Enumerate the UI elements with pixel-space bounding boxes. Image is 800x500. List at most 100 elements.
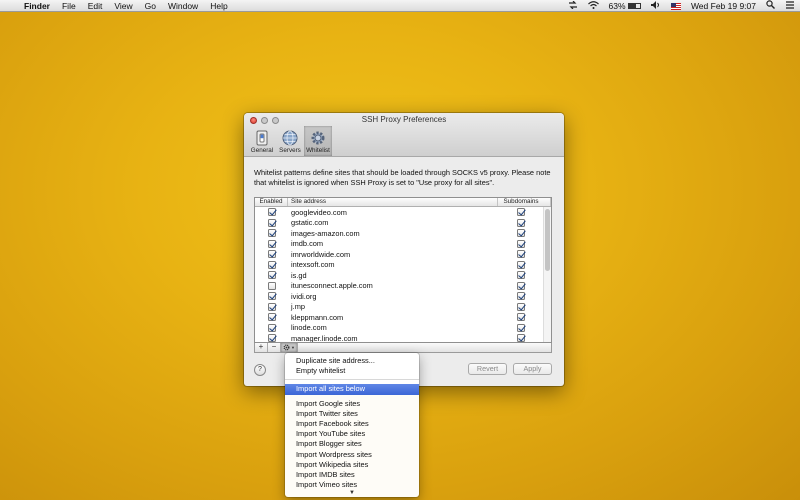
menu-item-import-youtube-sites[interactable]: Import YouTube sites (285, 429, 419, 439)
subdomains-checkbox[interactable] (517, 281, 525, 290)
subdomains-checkbox[interactable] (517, 302, 525, 311)
menu-item-duplicate-site-address[interactable]: Duplicate site address... (285, 356, 419, 366)
enabled-checkbox[interactable] (267, 250, 276, 259)
menu-item-import-vimeo-sites[interactable]: Import Vimeo sites (285, 480, 419, 490)
subdomains-checkbox[interactable] (517, 218, 525, 227)
subdomains-cell (498, 281, 544, 290)
tab-servers[interactable]: Servers (276, 126, 304, 156)
site-address-cell[interactable]: imdb.com (288, 239, 498, 248)
table-row[interactable]: gstatic.com (255, 218, 551, 229)
subdomains-checkbox[interactable] (517, 208, 525, 217)
enabled-checkbox[interactable] (267, 313, 276, 322)
table-row[interactable]: imdb.com (255, 239, 551, 250)
menubar-status-area: 63% Wed Feb 19 9:07 (563, 0, 800, 12)
enabled-cell (255, 208, 288, 217)
table-row[interactable]: kleppmann.com (255, 312, 551, 323)
ssh-proxy-status-icon[interactable] (563, 0, 583, 12)
menu-item-import-imdb-sites[interactable]: Import IMDB sites (285, 470, 419, 480)
enabled-checkbox[interactable] (267, 323, 276, 332)
menu-item-import-facebook-sites[interactable]: Import Facebook sites (285, 419, 419, 429)
enabled-checkbox[interactable] (267, 292, 276, 301)
subdomains-checkbox[interactable] (517, 260, 525, 269)
window-titlebar[interactable]: SSH Proxy Preferences General Servers Wh… (244, 113, 564, 157)
enabled-checkbox[interactable] (267, 271, 276, 280)
enabled-checkbox[interactable] (267, 208, 276, 217)
site-address-cell[interactable]: itunesconnect.apple.com (288, 281, 498, 290)
scrollbar-thumb[interactable] (545, 209, 550, 271)
table-row[interactable]: itunesconnect.apple.com (255, 281, 551, 292)
column-header-site-address[interactable]: Site address (288, 198, 498, 206)
remove-site-button[interactable]: − (268, 343, 281, 352)
tab-general[interactable]: General (248, 126, 276, 156)
enabled-cell (255, 229, 288, 238)
help-button[interactable]: ? (254, 364, 266, 376)
subdomains-checkbox[interactable] (517, 239, 525, 248)
menubar-file[interactable]: File (56, 0, 82, 12)
menubar-window[interactable]: Window (162, 0, 204, 12)
site-address-cell[interactable]: kleppmann.com (288, 313, 498, 322)
menubar-view[interactable]: View (108, 0, 138, 12)
menubar-app-name[interactable]: Finder (18, 0, 56, 12)
table-row[interactable]: linode.com (255, 323, 551, 334)
subdomains-checkbox[interactable] (517, 229, 525, 238)
battery-indicator[interactable]: 63% (604, 0, 646, 12)
menubar-clock[interactable]: Wed Feb 19 9:07 (686, 0, 761, 12)
wifi-icon[interactable] (583, 0, 604, 12)
enabled-checkbox[interactable] (267, 281, 276, 290)
menu-item-import-wordpress-sites[interactable]: Import Wordpress sites (285, 450, 419, 460)
table-row[interactable]: manager.linode.com (255, 333, 551, 342)
subdomains-cell (498, 229, 544, 238)
site-address-cell[interactable]: ividi.org (288, 292, 498, 301)
site-address-cell[interactable]: linode.com (288, 323, 498, 332)
site-address-cell[interactable]: manager.linode.com (288, 334, 498, 342)
subdomains-checkbox[interactable] (517, 271, 525, 280)
site-address-cell[interactable]: images-amazon.com (288, 229, 498, 238)
menu-scroll-down-arrow[interactable]: ▼ (285, 490, 419, 496)
add-site-button[interactable]: + (255, 343, 268, 352)
column-header-enabled[interactable]: Enabled (255, 198, 288, 206)
input-source-flag-icon[interactable] (666, 0, 686, 12)
apply-button[interactable]: Apply (513, 363, 552, 375)
site-address-cell[interactable]: imrworldwide.com (288, 250, 498, 259)
action-menu-button[interactable]: ▼ (281, 343, 298, 352)
site-address-cell[interactable]: j.mp (288, 302, 498, 311)
subdomains-cell (498, 218, 544, 227)
table-row[interactable]: imrworldwide.com (255, 249, 551, 260)
site-address-cell[interactable]: gstatic.com (288, 218, 498, 227)
table-row[interactable]: intexsoft.com (255, 260, 551, 271)
table-row[interactable]: is.gd (255, 270, 551, 281)
enabled-checkbox[interactable] (267, 229, 276, 238)
menu-item-import-google-sites[interactable]: Import Google sites (285, 399, 419, 409)
column-header-subdomains[interactable]: Subdomains (498, 198, 544, 206)
table-row[interactable]: ividi.org (255, 291, 551, 302)
site-address-cell[interactable]: googlevideo.com (288, 208, 498, 217)
site-address-cell[interactable]: is.gd (288, 271, 498, 280)
menubar-help[interactable]: Help (204, 0, 233, 12)
table-row[interactable]: images-amazon.com (255, 228, 551, 239)
menubar-edit[interactable]: Edit (82, 0, 109, 12)
subdomains-checkbox[interactable] (517, 250, 525, 259)
subdomains-checkbox[interactable] (517, 323, 525, 332)
menu-item-empty-whitelist[interactable]: Empty whitelist (285, 366, 419, 376)
tab-whitelist[interactable]: Whitelist (304, 126, 332, 156)
enabled-checkbox[interactable] (267, 218, 276, 227)
menu-item-import-wikipedia-sites[interactable]: Import Wikipedia sites (285, 460, 419, 470)
spotlight-search-icon[interactable] (761, 0, 780, 12)
subdomains-checkbox[interactable] (517, 313, 525, 322)
menu-item-import-all-sites-below[interactable]: Import all sites below (285, 384, 419, 395)
notification-center-icon[interactable] (780, 0, 800, 12)
revert-button[interactable]: Revert (468, 363, 507, 375)
table-scrollbar[interactable] (543, 207, 551, 342)
table-row[interactable]: googlevideo.com (255, 207, 551, 218)
menu-item-import-blogger-sites[interactable]: Import Blogger sites (285, 439, 419, 449)
site-address-cell[interactable]: intexsoft.com (288, 260, 498, 269)
enabled-checkbox[interactable] (267, 239, 276, 248)
volume-icon[interactable] (646, 0, 666, 12)
enabled-checkbox[interactable] (267, 260, 276, 269)
table-row[interactable]: j.mp (255, 302, 551, 313)
menubar-go[interactable]: Go (139, 0, 162, 12)
subdomains-checkbox[interactable] (517, 334, 525, 342)
enabled-checkbox[interactable] (267, 302, 276, 311)
menu-item-import-twitter-sites[interactable]: Import Twitter sites (285, 409, 419, 419)
subdomains-checkbox[interactable] (517, 292, 525, 301)
